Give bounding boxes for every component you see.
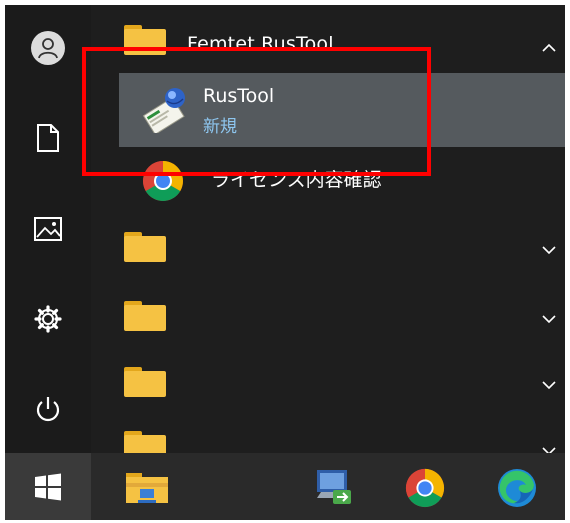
folder-icon [124, 367, 166, 397]
windows-logo-icon [35, 473, 61, 500]
taskbar-chrome[interactable] [403, 466, 447, 510]
chevron-up-icon[interactable] [533, 37, 565, 57]
user-account-button[interactable] [5, 17, 91, 79]
file-explorer-icon [126, 473, 168, 503]
remote-desktop-icon [317, 470, 351, 504]
power-icon [36, 397, 60, 422]
folder-collapsed-4[interactable] [91, 419, 565, 453]
pictures-icon [34, 217, 62, 241]
taskbar-file-explorer[interactable] [125, 466, 169, 510]
chevron-down-icon[interactable] [533, 240, 565, 260]
documents-button[interactable] [5, 107, 91, 169]
chevron-down-icon[interactable] [533, 375, 565, 395]
chevron-down-icon[interactable] [533, 441, 565, 453]
start-button[interactable] [5, 453, 91, 520]
settings-button[interactable] [5, 288, 91, 350]
taskbar [91, 453, 565, 520]
folder-icon [124, 232, 166, 262]
folder-icon [124, 431, 166, 453]
chrome-icon [405, 468, 445, 508]
taskbar-remote-desktop[interactable] [311, 466, 355, 510]
settings-icon [34, 305, 62, 333]
folder-collapsed-1[interactable] [91, 220, 565, 270]
document-icon [37, 124, 59, 152]
user-icon [31, 31, 65, 65]
folder-collapsed-2[interactable] [91, 289, 565, 339]
taskbar-edge[interactable] [495, 466, 539, 510]
folder-icon [124, 301, 166, 331]
chevron-down-icon[interactable] [533, 309, 565, 329]
start-menu-rail [5, 5, 91, 520]
highlight-box [82, 47, 431, 176]
folder-collapsed-3[interactable] [91, 355, 565, 405]
pictures-button[interactable] [5, 198, 91, 260]
power-button[interactable] [5, 378, 91, 440]
edge-icon [498, 469, 536, 507]
